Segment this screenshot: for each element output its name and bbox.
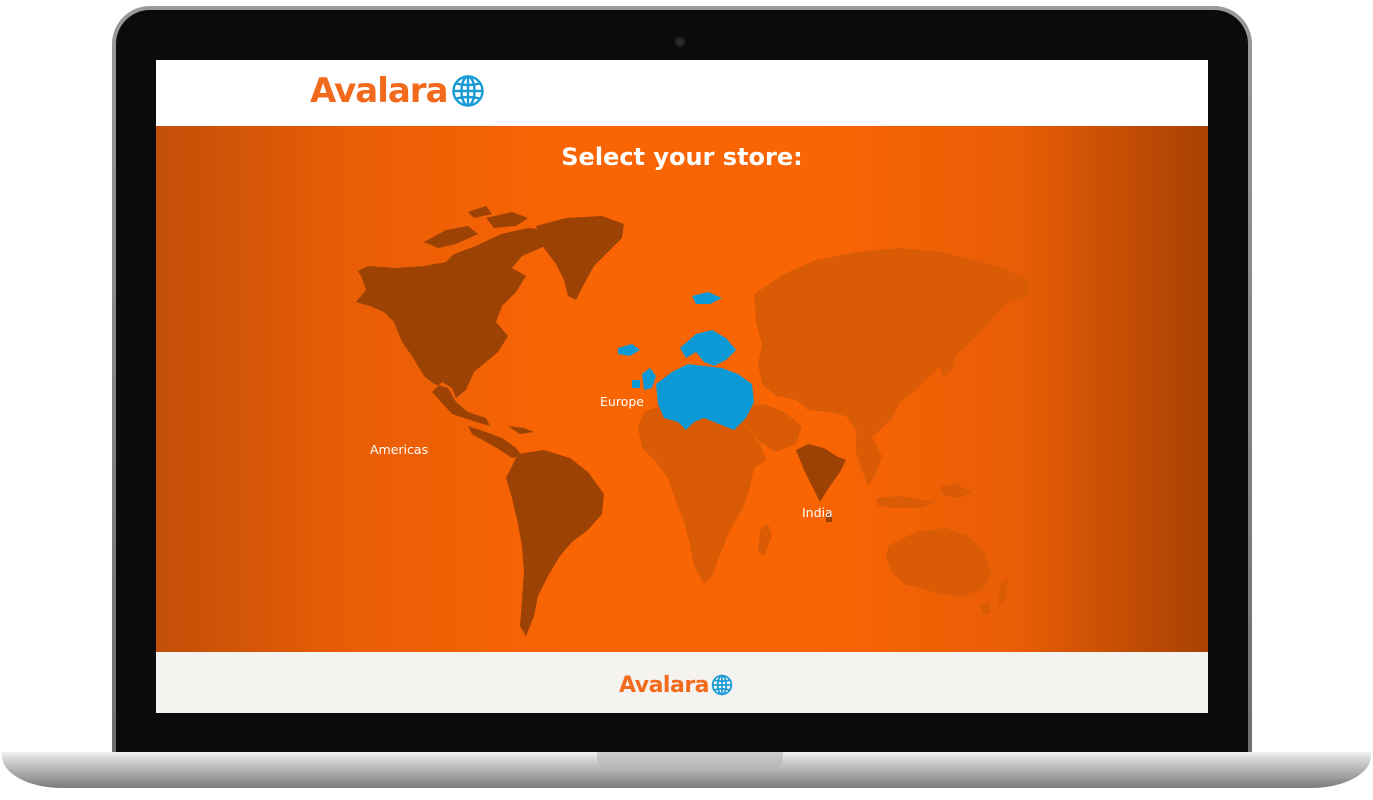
world-map — [356, 206, 1030, 636]
logo-wordmark: Avalara — [310, 71, 449, 111]
camera — [676, 38, 684, 46]
globe-icon — [711, 674, 733, 696]
label-india[interactable]: India — [802, 505, 833, 520]
screen: Avalara Select your store: Americas Euro… — [156, 60, 1208, 713]
site-header: Avalara — [156, 60, 1208, 126]
header-logo[interactable]: Avalara — [310, 65, 485, 117]
region-americas[interactable] — [356, 206, 624, 636]
globe-icon — [451, 75, 484, 107]
label-europe[interactable]: Europe — [600, 394, 644, 409]
label-americas[interactable]: Americas — [370, 442, 428, 457]
logo-wordmark: Avalara — [619, 672, 710, 698]
footer-logo[interactable]: Avalara — [619, 668, 733, 702]
store-selector: Select your store: Americas Europe India — [156, 126, 1208, 652]
laptop-base-notch — [597, 752, 783, 768]
region-europe[interactable] — [618, 292, 754, 430]
